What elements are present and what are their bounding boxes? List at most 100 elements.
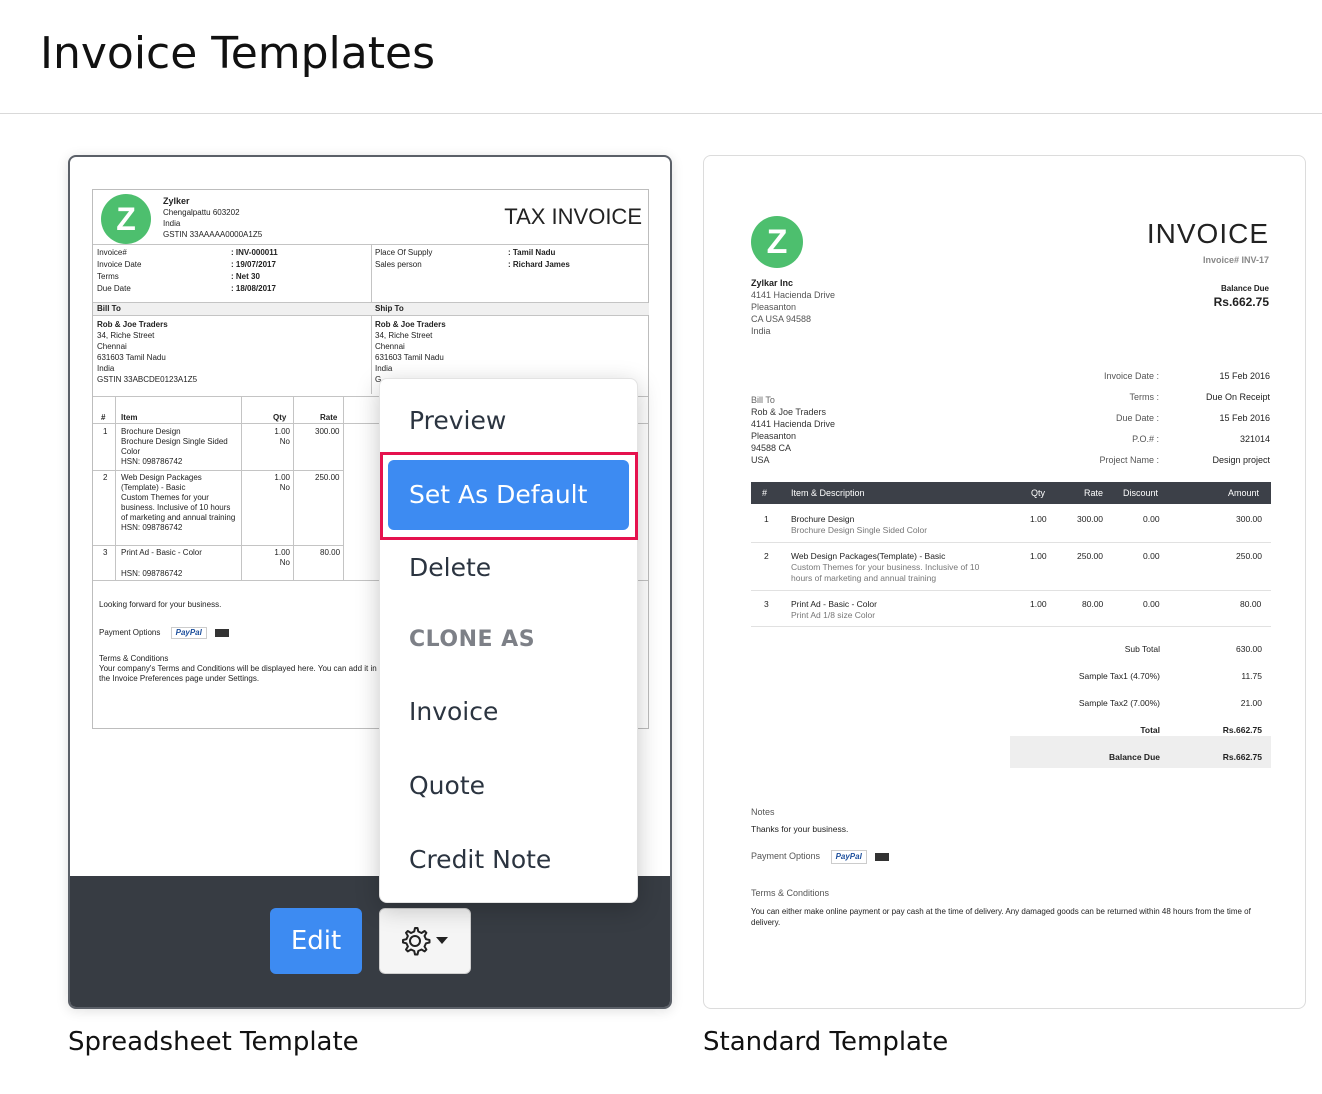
menu-item-preview[interactable]: Preview xyxy=(409,406,506,435)
address-line: Rob & Joe Traders xyxy=(375,320,446,329)
table-row: Brochure Design Brochure Design Single S… xyxy=(791,514,991,536)
standard-template-card[interactable]: Z INVOICE Invoice# INV-17 Balance Due Rs… xyxy=(703,155,1306,1009)
row-number: 1 xyxy=(103,427,108,436)
address-line: Chengalpattu 603202 xyxy=(163,208,240,217)
card-icon xyxy=(215,628,230,637)
table-row: Brochure Design Brochure Design Single S… xyxy=(121,427,237,467)
balance-due-value: Rs.662.75 xyxy=(1213,295,1269,309)
item-desc: Print Ad 1/8 size Color xyxy=(791,610,876,620)
address-line: 34, Riche Street xyxy=(97,331,155,340)
address-line: GSTIN 33AAAAA0000A1Z5 xyxy=(163,230,263,239)
ship-to-address: Rob & Joe Traders 34, Riche Street Chenn… xyxy=(375,319,446,385)
settings-dropdown-button[interactable] xyxy=(379,908,471,974)
total-key: Balance Due xyxy=(1108,752,1160,762)
address-line: 631603 Tamil Nadu xyxy=(375,353,444,362)
item-rate: 80.00 xyxy=(320,548,341,557)
terms-label: Terms & Conditions xyxy=(99,654,169,663)
standard-template-label: Standard Template xyxy=(703,1027,949,1057)
company-name: Zylker xyxy=(163,196,190,206)
meta-key: Due Date xyxy=(97,284,131,293)
qty-value: 1.00 xyxy=(274,473,290,482)
total-value: 11.75 xyxy=(1241,671,1262,681)
col-header: Amount xyxy=(1228,488,1260,498)
qty-unit: No xyxy=(279,558,290,567)
item-amount: 300.00 xyxy=(1236,514,1262,524)
menu-item-set-as-default[interactable]: Set As Default xyxy=(388,460,629,530)
company-name: Zylkar Inc xyxy=(751,278,794,288)
divider xyxy=(241,396,242,580)
total-key: Total xyxy=(1140,725,1160,735)
item-qty: 1.00 No xyxy=(273,473,290,493)
detail-key: Due Date : xyxy=(1115,413,1159,423)
detail-value: Design project xyxy=(1212,455,1270,465)
col-header: # xyxy=(101,413,106,422)
template-actions-menu: Preview Set As Default Delete CLONE AS I… xyxy=(379,378,638,903)
item-desc: Custom Themes for your business. Inclusi… xyxy=(121,493,236,522)
item-name: Web Design Packages(Template) - Basic xyxy=(791,551,946,561)
invoice-meta-right: Place Of Supply Sales person xyxy=(375,247,432,271)
divider xyxy=(93,315,648,316)
company-address: Zylkar Inc 4141 Hacienda Drive Pleasanto… xyxy=(751,277,835,337)
bill-to-label: Bill To xyxy=(751,395,775,405)
qty-value: 1.00 xyxy=(274,548,290,557)
divider xyxy=(93,545,343,546)
total-key: Sub Total xyxy=(1124,644,1160,654)
invoice-meta-left: Invoice# Invoice Date Terms Due Date xyxy=(97,247,141,295)
item-rate: 300.00 xyxy=(315,427,340,436)
totals-keys: Sub Total Sample Tax1 (4.70%) Sample Tax… xyxy=(1010,636,1160,771)
address-line: India xyxy=(163,219,181,228)
ship-to-label: Ship To xyxy=(371,303,649,315)
item-name: Print Ad - Basic - Color xyxy=(791,599,877,609)
address-line: 94588 CA xyxy=(751,443,792,453)
item-rate: 250.00 xyxy=(315,473,340,482)
bill-to-address: Rob & Joe Traders 34, Riche Street Chenn… xyxy=(97,319,197,385)
caret-down-icon xyxy=(436,937,448,944)
invoice-title: INVOICE xyxy=(1146,218,1269,249)
menu-item-delete[interactable]: Delete xyxy=(409,553,491,582)
item-hsn: HSN: 098786742 xyxy=(121,457,183,466)
detail-key: Terms : xyxy=(1129,392,1159,402)
company-block: Zylker Chengalpattu 603202 India GSTIN 3… xyxy=(163,196,262,240)
invoice-details-keys: Invoice Date : Terms : Due Date : P.O.# … xyxy=(1004,366,1159,471)
divider xyxy=(93,470,343,471)
detail-key: Project Name : xyxy=(1099,455,1159,465)
detail-value: 15 Feb 2016 xyxy=(1219,413,1270,423)
col-header: Item xyxy=(121,413,138,422)
payment-options-row: Payment Options PayPal xyxy=(99,627,230,639)
address-line: Rob & Joe Traders xyxy=(751,407,827,417)
address-line: 4141 Hacienda Drive xyxy=(751,290,836,300)
menu-item-clone-invoice[interactable]: Invoice xyxy=(409,697,498,726)
qty-unit: No xyxy=(279,483,290,492)
terms-block: Terms & Conditions Your company's Terms … xyxy=(99,654,379,684)
menu-item-clone-quote[interactable]: Quote xyxy=(409,771,485,800)
address-line: USA xyxy=(751,455,770,465)
col-header: Rate xyxy=(1084,488,1104,498)
item-name: Brochure Design xyxy=(791,514,855,524)
item-rate: 250.00 xyxy=(1077,551,1103,561)
invoice-meta-right-values: : Tamil Nadu : Richard James xyxy=(508,247,570,271)
total-value: Rs.662.75 xyxy=(1222,752,1262,762)
item-name: Web Design Packages (Template) - Basic xyxy=(121,473,202,492)
col-header: # xyxy=(762,488,768,498)
qty-value: 1.00 xyxy=(274,427,290,436)
table-row: Print Ad - Basic - Color Print Ad 1/8 si… xyxy=(791,599,991,621)
detail-value: 321014 xyxy=(1239,434,1270,444)
meta-value: : Richard James xyxy=(508,260,570,269)
terms-text: Your company's Terms and Conditions will… xyxy=(99,664,377,683)
meta-key: Invoice# xyxy=(97,248,127,257)
item-qty: 1.00 xyxy=(1030,599,1047,609)
address-line: 4141 Hacienda Drive xyxy=(751,419,836,429)
divider xyxy=(371,244,372,394)
row-number: 2 xyxy=(764,551,769,561)
item-discount: 0.00 xyxy=(1143,599,1160,609)
col-header: Rate xyxy=(320,413,338,422)
item-discount: 0.00 xyxy=(1143,514,1160,524)
meta-value: : INV-000011 xyxy=(231,248,278,257)
meta-value: : Net 30 xyxy=(231,272,260,281)
edit-button[interactable]: Edit xyxy=(270,908,362,974)
menu-item-clone-credit-note[interactable]: Credit Note xyxy=(409,845,551,874)
address-line: India xyxy=(97,364,115,373)
address-line: GSTIN 33ABCDE0123A1Z5 xyxy=(97,375,198,384)
bill-to-address: Bill To Rob & Joe Traders 4141 Hacienda … xyxy=(751,394,835,466)
meta-key: Terms xyxy=(97,272,119,281)
